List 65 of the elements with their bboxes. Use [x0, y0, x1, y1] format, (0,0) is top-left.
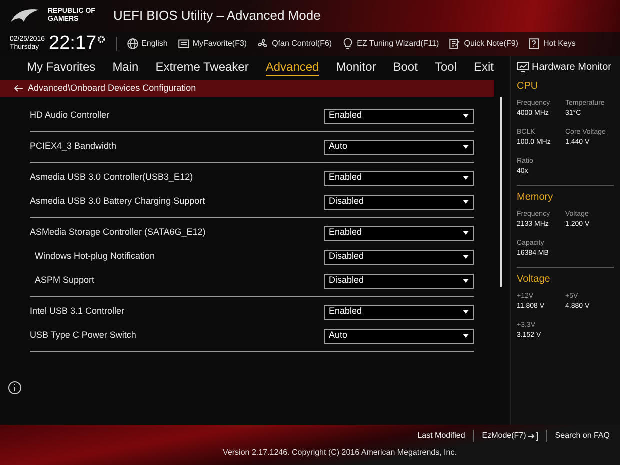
- exit-icon: [528, 432, 538, 440]
- caret-icon: [463, 255, 469, 259]
- toolbar-button[interactable]: Quick Note(F9): [449, 38, 518, 50]
- setting-label: Asmedia USB 3.0 Controller(USB3_E12): [30, 171, 194, 184]
- version-text: Version 2.17.1246. Copyright (C) 2016 American Megatrends, Inc.: [222, 447, 458, 459]
- tab[interactable]: My Favorites: [27, 60, 96, 76]
- tab[interactable]: Monitor: [336, 60, 376, 76]
- tab[interactable]: Advanced: [266, 60, 320, 76]
- tab[interactable]: Boot: [393, 60, 418, 76]
- setting-label: Windows Hot-plug Notification: [34, 250, 156, 264]
- window-title: UEFI BIOS Utility – Advanced Mode: [113, 7, 321, 26]
- fan-icon: [257, 38, 270, 50]
- setting-label: HD Audio Controller: [30, 109, 110, 122]
- dropdown[interactable]: Disabled: [324, 274, 474, 288]
- caret-icon: [463, 114, 469, 118]
- scrollbar[interactable]: [500, 97, 502, 287]
- toolbar-button[interactable]: English: [126, 38, 168, 50]
- setting-label: PCIEX4_3 Bandwidth: [30, 140, 117, 154]
- dropdown[interactable]: Enabled: [324, 226, 474, 240]
- dropdown[interactable]: Enabled: [324, 170, 474, 186]
- caret-icon: [463, 334, 469, 338]
- dropdown[interactable]: Disabled: [324, 250, 474, 264]
- dropdown[interactable]: Auto: [324, 140, 474, 154]
- dropdown[interactable]: Auto: [324, 328, 474, 344]
- toolbar-button[interactable]: Qfan Control(F6): [257, 38, 332, 50]
- section-heading: Memory: [517, 191, 554, 205]
- section-heading: CPU: [517, 80, 540, 94]
- dropdown[interactable]: Disabled: [324, 194, 474, 210]
- caret-icon: [463, 145, 469, 149]
- footer-button[interactable]: EzMode(F7): [482, 430, 538, 442]
- caret-icon: [463, 176, 469, 180]
- note-icon: [449, 38, 462, 50]
- panel-title: Hardware Monitor: [532, 61, 612, 75]
- lightbulb-icon: [342, 38, 354, 50]
- section-heading: Voltage: [517, 273, 552, 287]
- globe-icon: [126, 38, 139, 50]
- tab[interactable]: Main: [112, 60, 139, 76]
- dropdown[interactable]: Enabled: [324, 108, 474, 124]
- tab[interactable]: Tool: [434, 60, 457, 76]
- monitor-icon: [517, 62, 529, 73]
- setting-label: Intel USB 3.1 Controller: [30, 305, 125, 318]
- clock-time: 22:17: [49, 32, 97, 56]
- setting-label: ASPM Support: [34, 274, 95, 288]
- footer-button[interactable]: Search on FAQ: [555, 430, 610, 442]
- toolbar-button[interactable]: Hot Keys: [528, 38, 576, 50]
- setting-label: ASMedia Storage Controller (SATA6G_E12): [30, 226, 206, 240]
- list-icon: [178, 38, 190, 50]
- question-icon: [528, 38, 540, 50]
- tab[interactable]: Extreme Tweaker: [156, 60, 249, 76]
- eye-logo-icon: [10, 8, 40, 24]
- back-arrow-icon[interactable]: [14, 85, 23, 92]
- footer-button[interactable]: Last Modified: [418, 430, 466, 442]
- caret-icon: [463, 200, 469, 204]
- toolbar-button[interactable]: EZ Tuning Wizard(F11): [342, 38, 440, 50]
- caret-icon: [463, 279, 469, 283]
- setting-label: USB Type C Power Switch: [30, 329, 136, 342]
- info-icon[interactable]: [8, 381, 22, 395]
- breadcrumb-text: Advanced\Onboard Devices Configuration: [28, 82, 196, 95]
- tab[interactable]: Exit: [474, 60, 494, 76]
- gear-icon[interactable]: [96, 34, 106, 44]
- toolbar-button[interactable]: MyFavorite(F3): [178, 38, 248, 50]
- caret-icon: [463, 231, 469, 235]
- caret-icon: [463, 310, 469, 314]
- setting-label: Asmedia USB 3.0 Battery Charging Support: [30, 195, 206, 208]
- dropdown[interactable]: Enabled: [324, 304, 474, 320]
